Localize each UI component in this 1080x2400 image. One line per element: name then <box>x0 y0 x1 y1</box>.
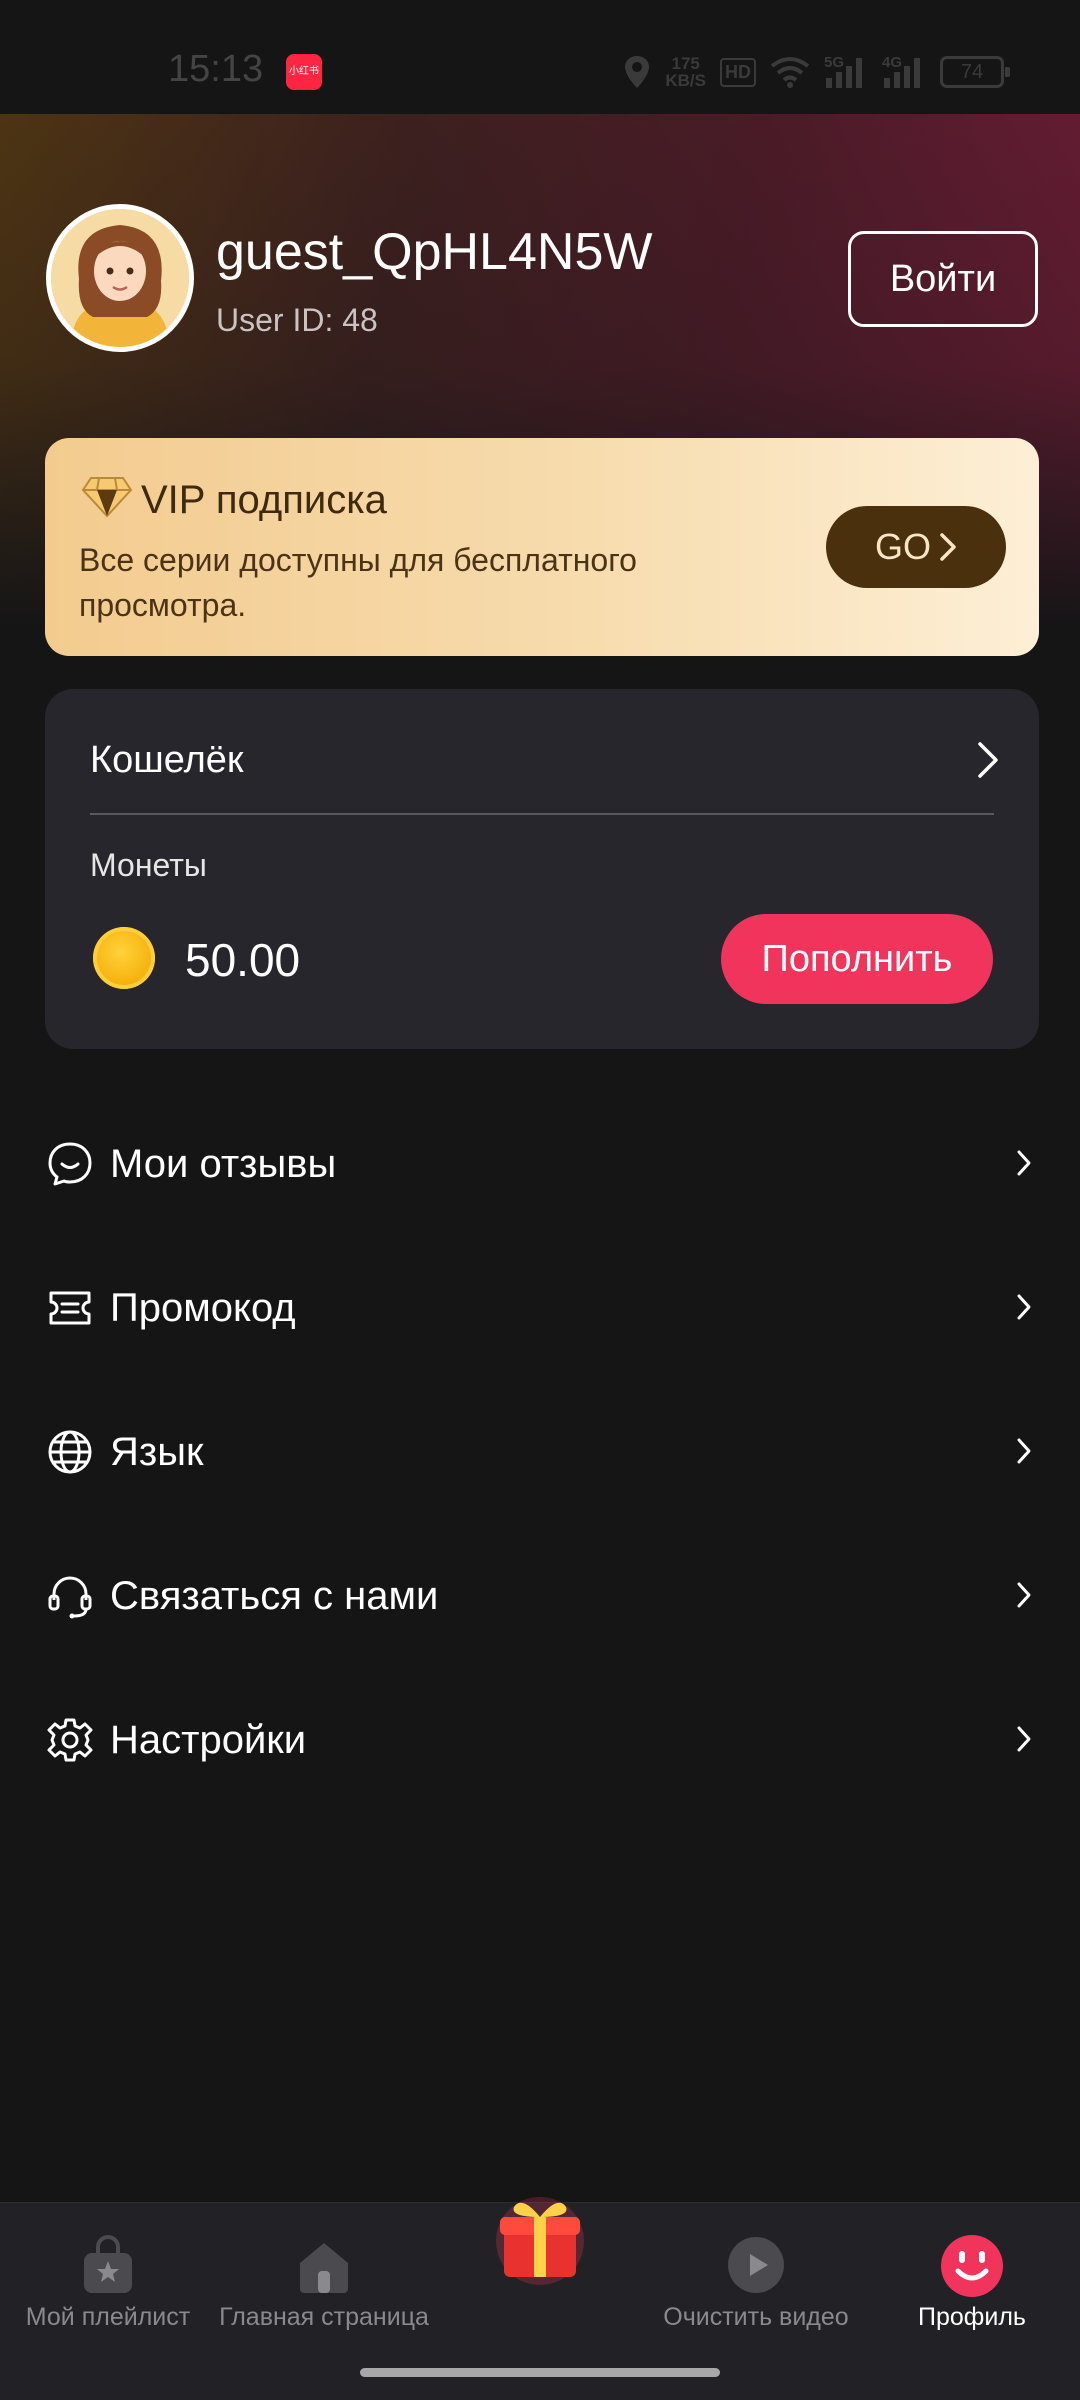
home-icon <box>300 2243 348 2293</box>
chevron-right-icon <box>978 742 998 778</box>
wallet-title: Кошелёк <box>90 739 244 781</box>
status-bar: 15:13 小红书 175 KB/S HD 5G 4G 74 <box>0 0 1080 114</box>
chevron-right-icon <box>940 533 956 561</box>
menu-item-contact-us[interactable]: Связаться с нами <box>0 1536 1080 1656</box>
menu-label: Настройки <box>110 1718 307 1762</box>
menu-label: Связаться с нами <box>110 1574 439 1618</box>
diamond-icon <box>81 477 133 518</box>
chevron-right-icon <box>1017 1582 1031 1608</box>
gift-icon <box>496 2197 584 2285</box>
coin-icon <box>93 927 155 989</box>
profile-smile-icon <box>941 2235 1003 2297</box>
vip-title: VIP подписка <box>141 478 387 522</box>
avatar-illustration <box>51 209 189 347</box>
globe-icon <box>48 1430 92 1474</box>
signal-5g-icon: 5G <box>824 54 868 90</box>
ticket-icon <box>49 1291 91 1325</box>
chevron-right-icon <box>1017 1294 1031 1320</box>
vip-description: Все серии доступны для бесплатного просм… <box>79 542 637 623</box>
vip-subscription-card[interactable]: VIP подписка Все серии доступны для бесп… <box>45 438 1039 656</box>
user-id: User ID: 48 <box>216 302 378 338</box>
menu-item-promocode[interactable]: Промокод <box>0 1248 1080 1368</box>
menu-label: Промокод <box>110 1286 296 1330</box>
nav-my-playlist[interactable]: Мой плейлист <box>0 2203 216 2400</box>
chat-smile-icon <box>48 1142 92 1186</box>
coins-label: Монеты <box>90 847 207 883</box>
menu-label: Язык <box>110 1430 204 1474</box>
nav-label: Профиль <box>918 2303 1026 2331</box>
play-icon <box>728 2237 784 2293</box>
nav-label: Главная страница <box>219 2303 429 2331</box>
menu-label: Мои отзывы <box>110 1142 337 1186</box>
chevron-right-icon <box>1017 1438 1031 1464</box>
headset-icon <box>48 1576 92 1619</box>
status-indicators: 175 KB/S HD 5G 4G 74 <box>623 52 1010 92</box>
network-speed: 175 KB/S <box>665 54 706 90</box>
topup-button[interactable]: Пополнить <box>721 914 993 1004</box>
username: guest_QpHL4N5W <box>216 223 653 281</box>
home-indicator[interactable] <box>360 2368 720 2377</box>
battery-indicator: 74 <box>940 56 1010 88</box>
status-time: 15:13 <box>168 48 264 90</box>
playlist-bag-icon <box>84 2235 132 2293</box>
vip-go-label: GO <box>874 526 931 567</box>
gear-icon <box>47 1718 93 1762</box>
location-icon <box>625 56 650 88</box>
menu-item-reviews[interactable]: Мои отзывы <box>0 1104 1080 1224</box>
menu-item-settings[interactable]: Настройки <box>0 1680 1080 1800</box>
wallet-card: Кошелёк Монеты 50.00 Пополнить <box>45 689 1039 1049</box>
menu-item-language[interactable]: Язык <box>0 1392 1080 1512</box>
nav-label: Мой плейлист <box>25 2303 191 2331</box>
login-button[interactable]: Войти <box>848 231 1038 327</box>
chevron-right-icon <box>1017 1150 1031 1176</box>
hd-badge: HD <box>720 57 756 87</box>
chevron-right-icon <box>1017 1726 1031 1752</box>
divider <box>90 813 994 815</box>
avatar[interactable] <box>46 204 194 352</box>
app-notification-icon: 小红书 <box>286 54 322 90</box>
wifi-icon <box>770 57 810 88</box>
coin-balance: 50.00 <box>185 934 301 986</box>
vip-go-button[interactable]: GO <box>826 506 1006 588</box>
nav-profile[interactable]: Профиль <box>864 2203 1080 2400</box>
nav-label: Очистить видео <box>663 2303 849 2331</box>
signal-4g-icon: 4G <box>882 54 926 90</box>
